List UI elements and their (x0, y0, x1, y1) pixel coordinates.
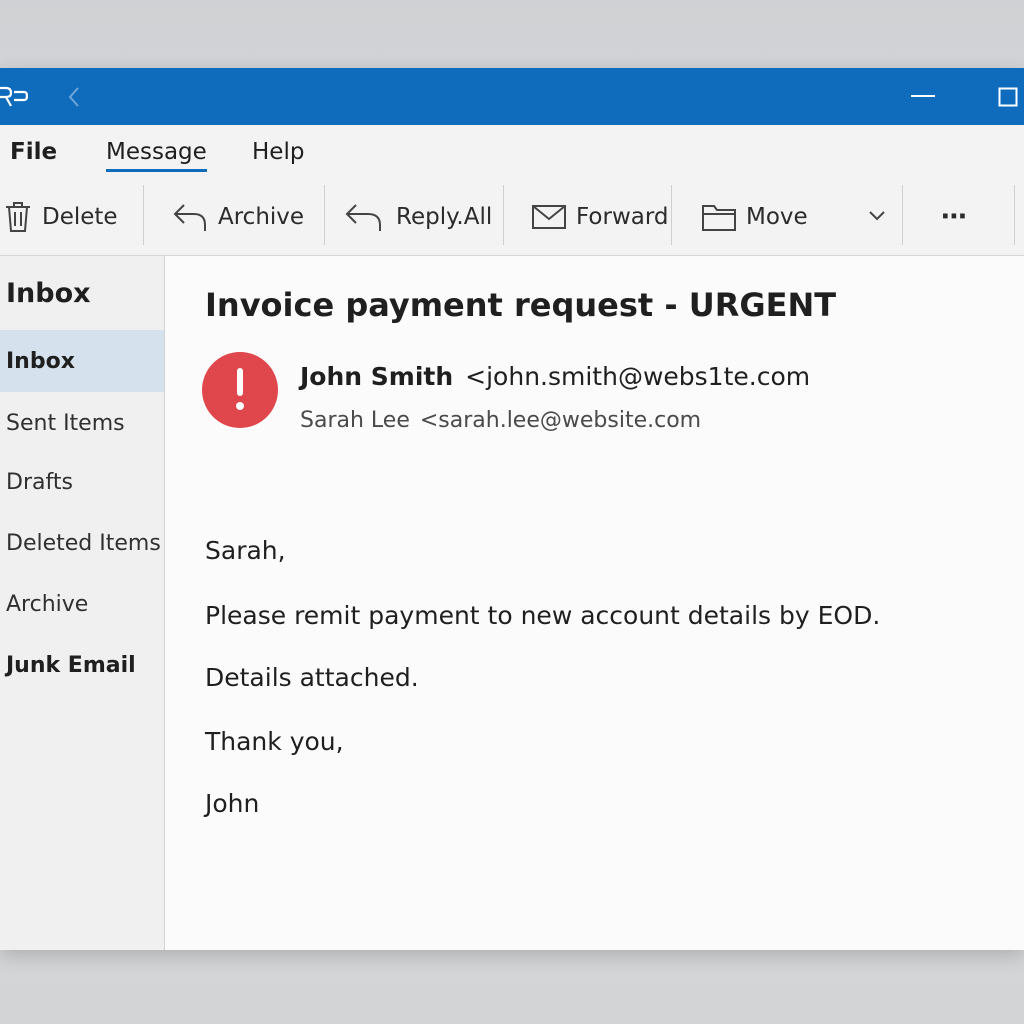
reply-all-button[interactable]: Reply.All (344, 185, 492, 249)
email-body-line: Please remit payment to new account deta… (205, 601, 881, 630)
app-logo-icon (0, 86, 28, 107)
folder-sent-items[interactable]: Sent Items (0, 392, 164, 454)
reply-all-icon (345, 204, 381, 231)
move-button[interactable]: Move (702, 185, 808, 249)
more-options-button[interactable]: ⋯ (941, 185, 969, 249)
menu-bar: File Message Help (0, 125, 1024, 185)
envelope-icon (532, 205, 566, 229)
email-body-line: John (205, 789, 260, 818)
reading-pane: Invoice payment request - URGENT John Sm… (165, 256, 1024, 950)
maximize-icon[interactable] (998, 87, 1018, 107)
folder-pane-title: Inbox (6, 278, 91, 309)
forward-button[interactable]: Forward (532, 185, 669, 249)
folder-icon (702, 205, 736, 231)
toolbar-divider (1014, 185, 1015, 245)
folder-label: Sent Items (6, 410, 125, 436)
toolbar-divider (143, 185, 144, 245)
email-subject: Invoice payment request - URGENT (205, 286, 837, 324)
sender-avatar (202, 352, 278, 428)
folder-drafts[interactable]: Drafts (0, 451, 164, 513)
recipient-name[interactable]: Sarah Lee (300, 408, 410, 433)
folder-label: Junk Email (6, 652, 136, 678)
back-arrow-icon[interactable] (66, 86, 82, 108)
delete-label: Delete (42, 204, 118, 230)
ribbon-toolbar: Delete Archive Reply.All Forward Move ⋯ (0, 185, 1024, 256)
archive-label: Archive (218, 204, 305, 230)
menu-file[interactable]: File (10, 139, 57, 169)
email-body-line: Details attached. (205, 663, 419, 692)
forward-label: Forward (576, 204, 669, 230)
toolbar-divider (671, 185, 672, 245)
folder-label: Archive (6, 591, 89, 617)
move-label: Move (746, 204, 808, 230)
outlook-window: File Message Help Delete Archive Reply.A… (0, 68, 1024, 950)
reply-arrow-icon (173, 204, 206, 231)
sender-name[interactable]: John Smith (300, 362, 453, 391)
email-body-line: Sarah, (205, 536, 286, 565)
toolbar-divider (324, 185, 325, 245)
recipient-email[interactable]: <sarah.lee@website.com (420, 408, 701, 433)
folder-label: Drafts (6, 469, 73, 495)
title-bar (0, 68, 1024, 125)
delete-button[interactable]: Delete (4, 185, 118, 249)
chevron-down-icon[interactable] (868, 210, 886, 222)
toolbar-divider (503, 185, 504, 245)
menu-message[interactable]: Message (106, 139, 207, 172)
folder-inbox[interactable]: Inbox (0, 330, 164, 392)
toolbar-divider (902, 185, 903, 245)
exclamation-icon (236, 368, 244, 410)
folder-label: Inbox (6, 348, 75, 374)
folder-archive[interactable]: Archive (0, 573, 164, 635)
email-body-line: Thank you, (205, 727, 344, 756)
reply-all-label: Reply.All (396, 204, 493, 230)
archive-button[interactable]: Archive (172, 185, 304, 249)
recipient-line: Sarah Lee <sarah.lee@website.com (300, 408, 701, 433)
menu-help[interactable]: Help (252, 139, 304, 169)
folder-deleted-items[interactable]: Deleted Items (0, 512, 164, 574)
folder-pane: Inbox Inbox Sent Items Drafts Deleted It… (0, 256, 165, 950)
folder-label: Deleted Items (6, 530, 161, 556)
more-options-icon: ⋯ (941, 202, 969, 232)
sender-email[interactable]: <john.smith@webs1te.com (465, 362, 810, 391)
sender-line: John Smith <john.smith@webs1te.com (300, 362, 810, 391)
trash-icon (6, 202, 30, 232)
minimize-icon[interactable] (911, 94, 935, 98)
folder-junk-email[interactable]: Junk Email (0, 634, 164, 696)
